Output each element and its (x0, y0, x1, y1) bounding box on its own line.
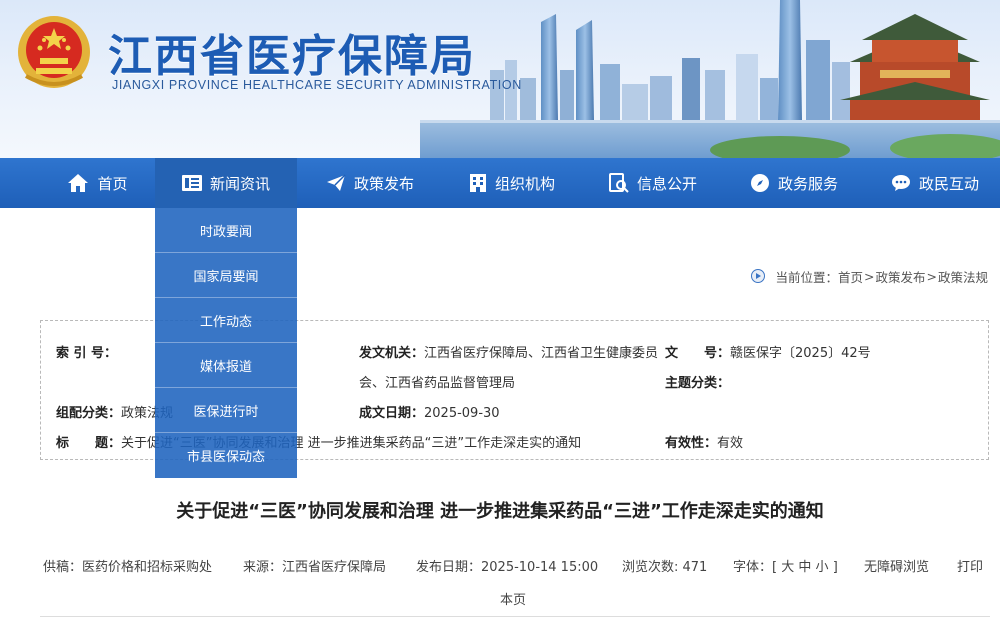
font-size-label: 字体： (733, 560, 773, 575)
date-value: 2025-09-30 (424, 406, 500, 421)
issuer-field: 发文机关：江西省医疗保障局、江西省卫生健康委员会、江西省药品监督管理局 (359, 339, 664, 399)
index-no-label: 索 引 号： (56, 346, 118, 361)
nav-item-label: 首页 (97, 174, 128, 193)
breadcrumb-prefix: 当前位置： (775, 269, 838, 285)
nav-item-label: 组织机构 (494, 174, 555, 193)
doc-no-label: 文 号： (665, 346, 731, 361)
dropdown-item-insurance-in-progress[interactable]: 医保进行时 (155, 388, 297, 433)
news-icon (181, 175, 202, 191)
doc-no-value: 赣医保字〔2025〕42号 (730, 346, 871, 361)
nav-item-interaction[interactable]: 政民互动 (876, 158, 994, 208)
nav-item-label: 政民互动 (918, 174, 979, 193)
font-large-button[interactable]: 大 (781, 560, 794, 575)
dropdown-item-current-affairs[interactable]: 时政要闻 (155, 208, 297, 253)
print-label-a[interactable]: 打印 (957, 560, 983, 575)
article-title: 关于促进“三医”协同发展和治理 进一步推进集采药品“三进”工作走深走实的通知 (176, 501, 824, 522)
dropdown-item-media-reports[interactable]: 媒体报道 (155, 343, 297, 388)
nav-item-news[interactable]: 新闻资讯 (155, 158, 297, 208)
title-field: 标 题：关于促进“三医”协同发展和治理 进一步推进集采药品“三进”工作走深走实的… (56, 429, 581, 459)
date-field: 成文日期：2025-09-30 (359, 399, 500, 429)
building-icon (469, 174, 486, 192)
title-label: 标 题： (56, 436, 122, 451)
compass-icon (750, 174, 769, 192)
accessible-browse-link[interactable]: 无障碍浏览 (864, 558, 929, 578)
national-emblem-icon (18, 16, 90, 88)
date-label: 成文日期： (359, 406, 425, 421)
main-nav: 首页 新闻资讯 政策发布 组织机构 信息公开 政务服务 政民互动 (0, 158, 1000, 208)
breadcrumb-policy-link[interactable]: 政策发布 (875, 267, 925, 286)
font-medium-button[interactable]: 中 (798, 560, 811, 575)
font-small-button[interactable]: 小 (816, 560, 829, 575)
site-subtitle: JIANGXI PROVINCE HEALTHCARE SECURITY ADM… (112, 78, 522, 92)
validity-field: 有效性：有效 (665, 429, 743, 459)
article-publish-date: 发布日期：2025-10-14 15:00 (416, 560, 599, 575)
dropdown-item-work-updates[interactable]: 工作动态 (155, 298, 297, 343)
print-link-part1[interactable]: 打印 (957, 558, 983, 578)
font-size-control: 字体：[ 大 中 小 ] (733, 560, 838, 575)
nav-item-org[interactable]: 组织机构 (452, 158, 572, 208)
site-title: 江西省医疗保障局 (108, 31, 476, 82)
topic-label: 主题分类： (665, 376, 731, 391)
header-banner: 江西省医疗保障局 JIANGXI PROVINCE HEALTHCARE SEC… (0, 0, 1000, 158)
news-dropdown-menu: 时政要闻 国家局要闻 工作动态 媒体报道 医保进行时 市县医保动态 (155, 208, 297, 478)
nav-item-policy[interactable]: 政策发布 (310, 158, 430, 208)
nav-item-info[interactable]: 信息公开 (594, 158, 712, 208)
nav-item-label: 政策发布 (353, 174, 414, 193)
nav-item-label: 信息公开 (636, 174, 697, 193)
dropdown-item-national-news[interactable]: 国家局要闻 (155, 253, 297, 298)
breadcrumb-regulations-link[interactable]: 政策法规 (938, 267, 988, 286)
dropdown-item-county-updates[interactable]: 市县医保动态 (155, 433, 297, 478)
breadcrumb-home-link[interactable]: 首页 (838, 267, 863, 286)
breadcrumb-separator: > (864, 268, 875, 284)
breadcrumb-separator: > (926, 268, 937, 284)
validity-label: 有效性： (665, 436, 718, 451)
doc-no-field: 文 号：赣医保字〔2025〕42号 (665, 339, 871, 369)
content-divider (40, 616, 990, 617)
nav-item-label: 政务服务 (777, 174, 838, 193)
validity-value: 有效 (717, 436, 744, 451)
home-icon (68, 174, 89, 192)
chat-icon (891, 175, 910, 191)
nav-item-label: 新闻资讯 (209, 174, 270, 193)
index-no-field: 索 引 号： (56, 339, 117, 369)
accessible-browse-label[interactable]: 无障碍浏览 (864, 560, 929, 575)
topic-field: 主题分类： (665, 369, 730, 399)
location-icon (751, 269, 766, 283)
article-supplier: 供稿：医药价格和招标采购处 (43, 560, 213, 575)
category-label: 组配分类： (56, 406, 122, 421)
print-label-b[interactable]: 本页 (500, 593, 526, 608)
nav-item-service[interactable]: 政务服务 (735, 158, 853, 208)
print-link-part2[interactable]: 本页 (500, 591, 526, 611)
breadcrumb: 当前位置： 首页 > 政策发布 > 政策法规 (751, 266, 988, 286)
article-view-count: 浏览次数: 471 (622, 560, 708, 575)
article-source: 来源：江西省医疗保障局 (243, 560, 387, 575)
nav-item-home[interactable]: 首页 (40, 158, 155, 208)
issuer-label: 发文机关： (359, 346, 425, 361)
paper-plane-icon (326, 174, 346, 191)
search-doc-icon (608, 173, 629, 193)
